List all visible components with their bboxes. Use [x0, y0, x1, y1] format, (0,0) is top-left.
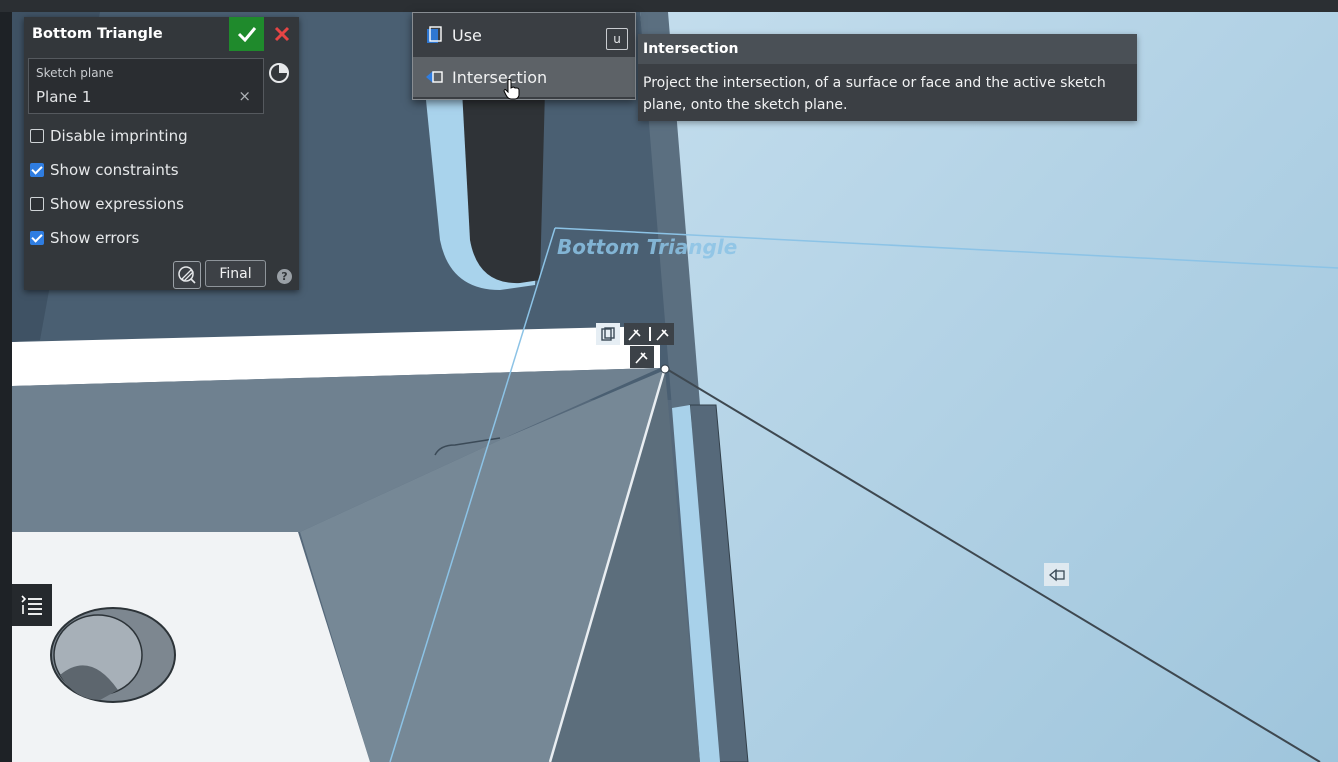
final-button[interactable]: Final [205, 260, 266, 287]
cancel-button[interactable] [264, 17, 299, 51]
disable-imprinting-option[interactable]: Disable imprinting [30, 126, 188, 146]
sketch-plane-region [640, 12, 1338, 762]
sketch-plane-field[interactable]: Sketch plane Plane 1 × [28, 58, 264, 114]
intersection-tooltip: Intersection Project the intersection, o… [638, 34, 1137, 121]
disable-imprinting-checkbox[interactable] [30, 129, 44, 143]
tooltip-title: Intersection [638, 34, 1137, 64]
show-constraints-option[interactable]: Show constraints [30, 160, 179, 180]
show-expressions-option[interactable]: Show expressions [30, 194, 184, 214]
coincident-constraint-icon-2[interactable] [630, 346, 654, 368]
show-constraints-label: Show constraints [50, 161, 179, 179]
tooltip-body: Project the intersection, of a surface o… [643, 75, 1106, 113]
show-errors-label: Show errors [50, 229, 140, 247]
sketch-dialog: Bottom Triangle Sketch plane Plane 1 × D… [24, 17, 299, 290]
menu-item-use-label: Use [452, 25, 482, 45]
show-constraints-checkbox[interactable] [30, 163, 44, 177]
use-constraint-icon[interactable] [596, 323, 620, 345]
pie-chart-icon[interactable] [268, 62, 290, 84]
left-edge-bar [0, 12, 12, 762]
show-errors-checkbox[interactable] [30, 231, 44, 245]
show-errors-option[interactable]: Show errors [30, 228, 139, 248]
list-icon [21, 595, 42, 615]
sketch-plane-label: Bottom Triangle [557, 235, 738, 259]
use-dropdown-menu: Use u Intersection [412, 12, 636, 100]
hand-cursor-icon [503, 78, 520, 100]
menu-item-intersection[interactable]: Intersection [413, 57, 635, 97]
edit-sketch-button[interactable] [173, 261, 201, 289]
accept-button[interactable] [229, 17, 264, 51]
coincident-constraint-icon[interactable] [624, 323, 674, 345]
shortcut-badge: u [606, 28, 628, 50]
dialog-title: Bottom Triangle [32, 26, 163, 42]
help-icon[interactable]: ? [277, 269, 292, 284]
disable-imprinting-label: Disable imprinting [50, 127, 188, 145]
feature-list-toggle-button[interactable] [12, 584, 52, 626]
clear-icon[interactable]: × [238, 87, 251, 105]
show-expressions-label: Show expressions [50, 195, 184, 213]
show-expressions-checkbox[interactable] [30, 197, 44, 211]
close-icon [274, 26, 289, 42]
checkmark-icon [237, 27, 256, 42]
sketch-plane-field-label: Sketch plane [36, 66, 114, 80]
menu-item-use[interactable]: Use u [413, 15, 635, 55]
intersection-icon [426, 71, 443, 83]
use-icon [427, 26, 442, 43]
pencil-search-icon [178, 266, 196, 284]
top-toolbar [0, 0, 1338, 12]
menu-item-intersection-label: Intersection [452, 67, 548, 87]
sketch-plane-field-value: Plane 1 [36, 88, 92, 106]
intersection-marker-icon[interactable] [1044, 563, 1069, 586]
